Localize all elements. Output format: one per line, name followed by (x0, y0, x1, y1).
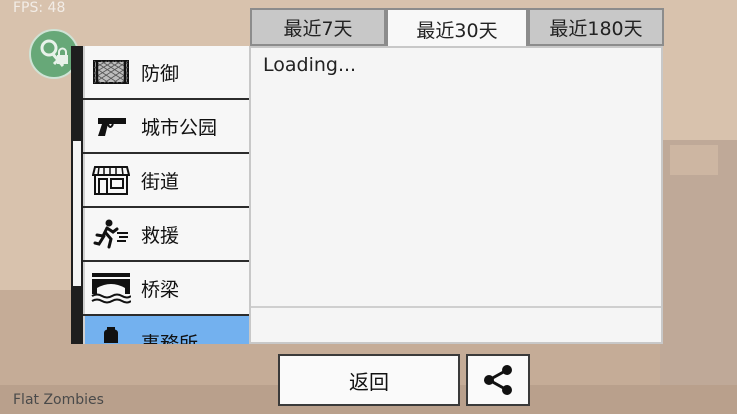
category-item-bridge[interactable]: 桥梁 (83, 262, 251, 314)
category-item-defense[interactable]: 防御 (83, 46, 251, 98)
category-label: 事務所 (141, 332, 199, 345)
share-button[interactable] (466, 354, 530, 406)
category-item-office[interactable]: 事務所 (83, 316, 251, 344)
bridge-icon (91, 273, 131, 304)
category-item-rescue[interactable]: 救援 (83, 208, 251, 260)
tab-7-days[interactable]: 最近7天 (250, 8, 386, 46)
tab-180-days[interactable]: 最近180天 (528, 8, 664, 46)
content-divider (251, 306, 661, 308)
category-item-street[interactable]: 街道 (83, 154, 251, 206)
category-list-panel: 防御 城市公园 街道 救援 桥梁 事務所 (71, 46, 251, 344)
background-building-top (670, 145, 718, 175)
leaderboard-content: Loading... (249, 46, 663, 344)
pistol-icon (91, 111, 131, 141)
fps-counter: FPS: 48 (13, 0, 66, 16)
category-item-city-park[interactable]: 城市公园 (83, 100, 251, 152)
back-button[interactable]: 返回 (278, 354, 460, 406)
fence-icon (91, 57, 131, 87)
category-scrollbar[interactable] (71, 46, 83, 344)
category-label: 街道 (141, 170, 180, 193)
tab-30-days[interactable]: 最近30天 (386, 8, 528, 48)
category-label: 救援 (141, 224, 180, 247)
shop-icon (91, 165, 131, 195)
category-list: 防御 城市公园 街道 救援 桥梁 事務所 (83, 46, 251, 344)
loading-text: Loading... (263, 54, 357, 76)
running-man-icon (91, 219, 131, 249)
category-label: 桥梁 (141, 278, 180, 301)
category-label: 城市公园 (141, 116, 218, 139)
game-title: Flat Zombies (13, 392, 104, 408)
share-icon (484, 365, 512, 395)
office-icon (91, 327, 131, 344)
background-building (660, 140, 737, 414)
scrollbar-thumb[interactable] (73, 141, 81, 286)
key-lock-icon (40, 39, 68, 67)
category-label: 防御 (141, 62, 180, 85)
